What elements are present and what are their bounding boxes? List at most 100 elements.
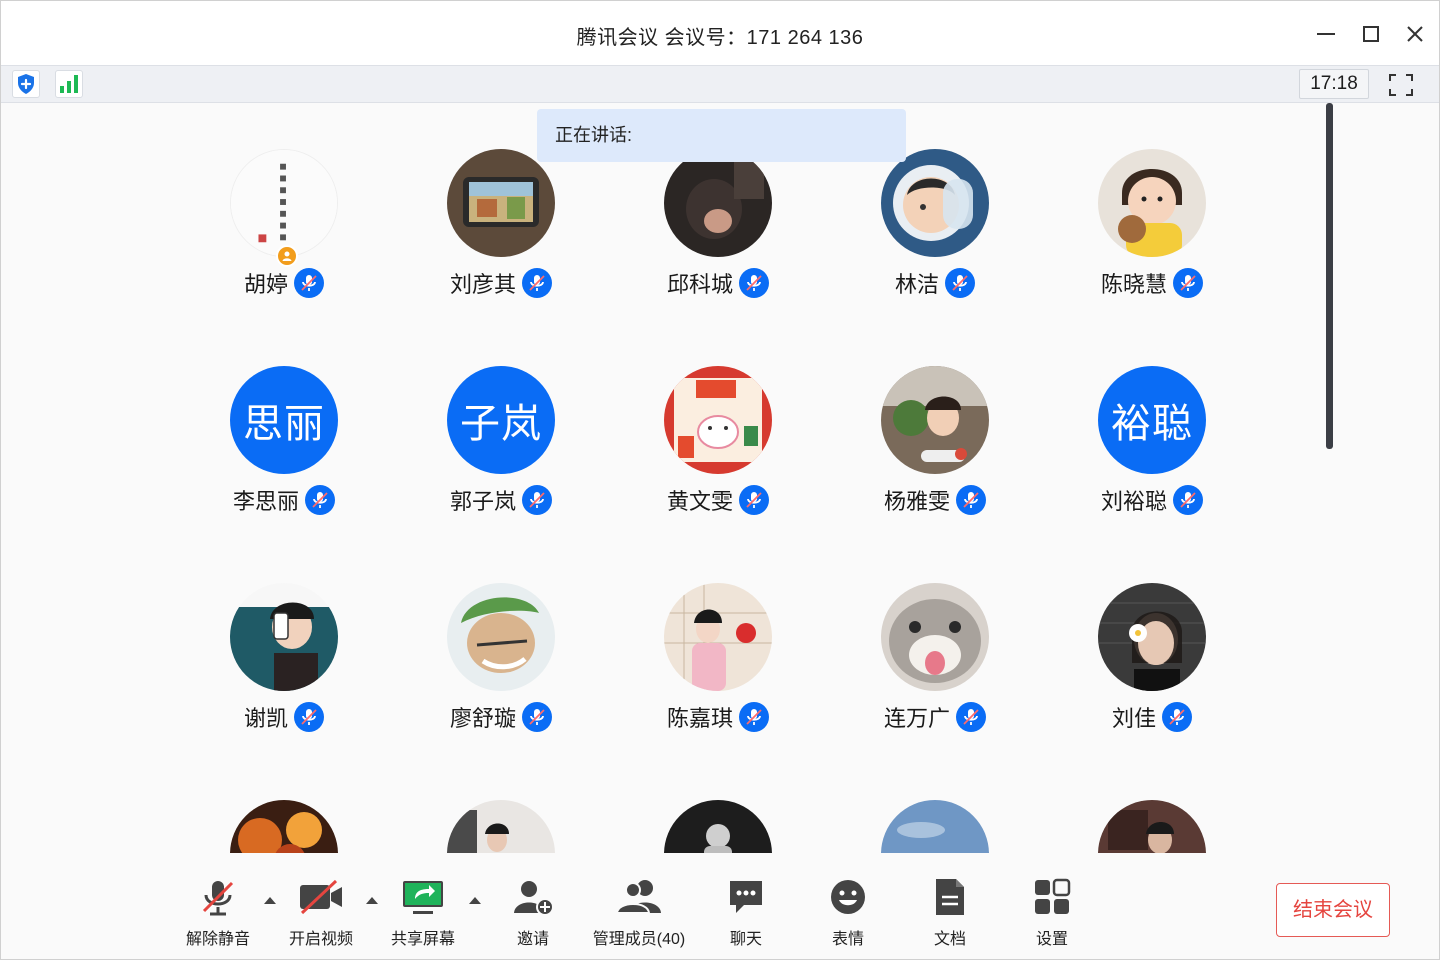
meeting-window: 腾讯会议 会议号：171 264 136 17:18 正在讲话: 胡婷 刘彦其 … (0, 0, 1440, 960)
mic-muted-icon (294, 268, 324, 298)
avatar (881, 583, 989, 691)
members-icon (615, 880, 661, 914)
mic-muted-icon (202, 881, 234, 916)
participant-tile[interactable] (401, 754, 601, 853)
participant-tile[interactable]: 裕聪 刘裕聪 (1052, 320, 1252, 515)
host-icon (282, 251, 292, 261)
participant-tile[interactable] (1052, 754, 1252, 853)
docs-button[interactable]: 文档 (925, 875, 975, 955)
mic-muted-icon (739, 702, 769, 732)
network-status-button[interactable] (55, 70, 83, 98)
mic-muted-icon (739, 485, 769, 515)
mic-muted-icon (956, 702, 986, 732)
participant-name: 刘佳 (1111, 706, 1156, 731)
mic-muted-icon (522, 702, 552, 732)
close-icon (1407, 26, 1423, 42)
close-button[interactable] (1400, 19, 1430, 49)
chat-icon (730, 881, 762, 913)
avatar (1098, 583, 1206, 691)
participant-tile[interactable]: 廖舒璇 (401, 537, 601, 732)
avatar (447, 149, 555, 257)
invite-button[interactable]: 邀请 (508, 875, 558, 955)
unmute-button[interactable]: 解除静音 (183, 875, 253, 955)
participant-tile[interactable] (184, 754, 384, 853)
mic-muted-icon (305, 485, 335, 515)
share-screen-button[interactable]: 共享屏幕 (388, 875, 458, 955)
participant-name: 杨雅雯 (883, 489, 950, 514)
audio-options-caret[interactable] (262, 893, 278, 907)
participant-tile[interactable]: 陈嘉琪 (618, 537, 818, 732)
minimize-button[interactable] (1311, 19, 1341, 49)
participant-tile[interactable]: 思丽 李思丽 (184, 320, 384, 515)
avatar (1098, 800, 1206, 853)
mic-muted-icon (945, 268, 975, 298)
participant-name: 刘彦其 (449, 272, 516, 297)
participant-tile[interactable]: 子岚 郭子岚 (401, 320, 601, 515)
title-bar: 腾讯会议 会议号：171 264 136 (1, 1, 1439, 65)
video-options-caret[interactable] (364, 893, 380, 907)
participant-tile[interactable]: 杨雅雯 (835, 320, 1035, 515)
chat-label: 聊天 (729, 931, 762, 948)
fullscreen-button[interactable] (1387, 72, 1415, 98)
participant-name: 廖舒璇 (449, 706, 516, 731)
start-video-label: 开启视频 (288, 931, 353, 948)
start-video-button[interactable]: 开启视频 (286, 875, 356, 955)
participant-tile[interactable]: 黄文雯 (618, 320, 818, 515)
participant-tile[interactable]: 刘佳 (1052, 537, 1252, 732)
participant-name: 李思丽 (232, 489, 299, 514)
avatar (447, 583, 555, 691)
chevron-up-icon (366, 897, 378, 904)
participant-tile[interactable]: 陈晓慧 (1052, 103, 1252, 298)
participant-tile[interactable] (835, 754, 1035, 853)
avatar (230, 800, 338, 853)
mic-muted-icon (522, 485, 552, 515)
maximize-icon (1363, 26, 1379, 42)
minimize-icon (1317, 33, 1335, 35)
participant-name: 林洁 (894, 272, 939, 297)
chat-button[interactable]: 聊天 (721, 875, 771, 955)
chevron-up-icon (469, 897, 481, 904)
signal-icon (60, 75, 78, 93)
security-button[interactable] (12, 70, 40, 98)
emoji-icon (831, 880, 865, 914)
participant-name: 胡婷 (243, 272, 288, 297)
settings-icon (1035, 878, 1071, 914)
mic-muted-icon (956, 485, 986, 515)
video-off-icon (300, 879, 342, 915)
mic-muted-icon (522, 268, 552, 298)
participant-name: 邱科城 (666, 272, 733, 297)
participant-name: 连万广 (883, 706, 950, 731)
grid-scrollbar[interactable] (1326, 103, 1333, 449)
mic-muted-icon (739, 268, 769, 298)
avatar (230, 583, 338, 691)
participant-tile[interactable] (618, 754, 818, 853)
avatar (664, 366, 772, 474)
avatar (881, 366, 989, 474)
docs-label: 文档 (933, 931, 966, 948)
avatar: 思丽 (230, 366, 338, 474)
participant-tile[interactable]: 谢凯 (184, 537, 384, 732)
participant-name: 刘裕聪 (1100, 489, 1167, 514)
mic-muted-icon (1173, 268, 1203, 298)
avatar (1098, 149, 1206, 257)
avatar (447, 800, 555, 853)
avatar (664, 583, 772, 691)
manage-members-button[interactable]: 管理成员(40) (591, 875, 687, 955)
avatar: 子岚 (447, 366, 555, 474)
manage-members-label: 管理成员(40) (592, 931, 686, 948)
settings-label: 设置 (1035, 931, 1068, 948)
maximize-button[interactable] (1356, 19, 1386, 49)
participant-name: 陈嘉琪 (666, 706, 733, 731)
avatar (230, 149, 338, 257)
share-options-caret[interactable] (467, 893, 483, 907)
chevron-up-icon (264, 897, 276, 904)
participant-grid: 胡婷 刘彦其 邱科城 林洁 陈晓慧 思丽 李思丽 子岚 郭子岚 黄文雯 杨雅雯 … (1, 103, 1325, 853)
participant-tile[interactable]: 连万广 (835, 537, 1035, 732)
unmute-label: 解除静音 (185, 931, 250, 948)
avatar (664, 800, 772, 853)
participant-tile[interactable]: 胡婷 (184, 103, 384, 298)
end-meeting-button[interactable]: 结束会议 (1276, 883, 1390, 937)
reactions-button[interactable]: 表情 (823, 875, 873, 955)
invite-icon (514, 881, 554, 916)
settings-button[interactable]: 设置 (1027, 875, 1077, 955)
